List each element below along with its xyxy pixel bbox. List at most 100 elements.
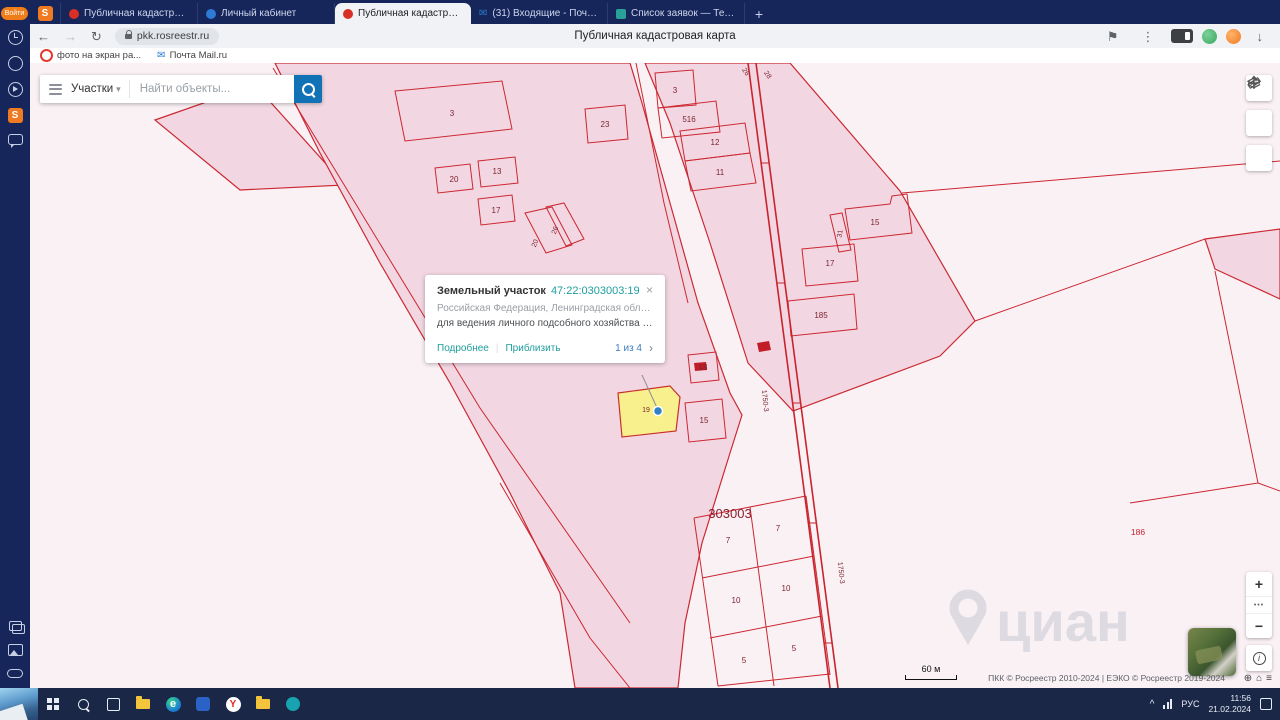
reload-button[interactable]: ↻ [91, 30, 102, 43]
record-icon[interactable] [7, 56, 23, 71]
network-icon[interactable] [1163, 699, 1173, 709]
parcel-info-popup: Земельный участок 47:22:0303003:19 × Рос… [425, 275, 665, 363]
address-bar[interactable]: pkk.rosreestr.ru [114, 27, 220, 45]
tab-mail-inbox[interactable]: ✉ (31) Входящие - Почта Ма [471, 3, 608, 24]
folder-button[interactable] [248, 688, 278, 720]
avatar[interactable] [1201, 28, 1217, 44]
login-button[interactable]: Войти [1, 7, 28, 20]
yandex-button[interactable]: Y [218, 688, 248, 720]
parcel-label: 5 [792, 644, 797, 653]
explorer-button[interactable] [128, 688, 158, 720]
parcel-label: 5 [742, 656, 747, 665]
bookmark-item-photo[interactable]: фото на экран ра... [40, 49, 141, 62]
overflow-menu-icon[interactable]: ⋮ [1142, 30, 1155, 43]
map-info-button[interactable]: i [1246, 645, 1272, 671]
tab-favicon [69, 8, 79, 19]
chat-icon[interactable] [7, 134, 23, 148]
popup-usage: для ведения личного подсобного хозяйства… [437, 318, 653, 329]
search-button[interactable] [294, 75, 322, 103]
side-panel-button[interactable] [1170, 29, 1193, 43]
zoom-more-button[interactable]: ••• [1246, 596, 1272, 614]
task-view-button[interactable] [98, 688, 128, 720]
info-icon: i [1252, 651, 1266, 665]
scale-bar: 60 м [905, 664, 957, 680]
crosshair-icon [1248, 75, 1260, 89]
pinned-tab[interactable]: S [30, 3, 61, 24]
footer-icons: ⊕ ⌂ ≡ [1244, 673, 1272, 684]
popup-title: Земельный участок [437, 285, 546, 297]
target-icon[interactable]: ⊕ [1244, 673, 1252, 684]
images-icon[interactable] [7, 644, 23, 656]
envelope-icon: ✉ [479, 7, 488, 19]
page-title: Публичная кадастровая карта [574, 30, 736, 42]
bookmark-favicon [40, 49, 53, 62]
locate-button[interactable] [1246, 75, 1272, 171]
overview-map[interactable] [1188, 628, 1236, 676]
notifications-icon[interactable] [1260, 698, 1272, 710]
s-logo-icon[interactable]: S [7, 108, 23, 123]
clock[interactable]: 11:56 21.02.2024 [1208, 693, 1251, 714]
parcel-label: 3 [450, 109, 455, 118]
divider [128, 80, 130, 98]
language-indicator[interactable]: РУС [1181, 699, 1199, 709]
zoom-out-button[interactable]: − [1246, 614, 1272, 638]
app-icon [286, 697, 300, 711]
search-category-select[interactable]: Участки [71, 83, 113, 95]
tab-favicon [616, 8, 626, 19]
widgets-button[interactable] [0, 688, 38, 720]
scale-line [905, 675, 957, 680]
start-button[interactable] [38, 688, 68, 720]
bookmark-icon[interactable]: ⚑ [1107, 30, 1119, 43]
edge-icon: e [165, 696, 181, 712]
collections-icon[interactable] [8, 621, 25, 634]
menu-icon[interactable] [49, 83, 62, 95]
downloads-icon[interactable]: ↓ [1257, 30, 1264, 43]
details-link[interactable]: Подробнее [437, 343, 489, 354]
menu-icon[interactable]: ≡ [1266, 673, 1272, 684]
parcel-label: 17 [826, 259, 835, 268]
bookmark-item-mail[interactable]: ✉ Почта Mail.ru [157, 50, 227, 61]
pager-next-icon[interactable]: › [649, 341, 653, 355]
parcel-label: 13 [493, 167, 502, 176]
zoom-in-button[interactable]: + [1246, 572, 1272, 596]
parcel-label: 18 [699, 363, 708, 372]
map-viewport[interactable]: циан 3 23 3 516 12 11 20 13 17 20 26 15 … [30, 63, 1280, 688]
zoom-to-link[interactable]: Приблизить [505, 343, 560, 354]
history-icon[interactable] [7, 30, 23, 45]
tab-favicon [343, 8, 353, 19]
parcel-label: 20 [450, 175, 459, 184]
forward-button[interactable]: → [64, 30, 77, 43]
parcel-label: 15 [700, 416, 709, 425]
tab-requests-list[interactable]: Список заявок — ТехноК [608, 3, 745, 24]
tab-favicon [206, 8, 216, 19]
back-button[interactable]: ← [37, 30, 50, 43]
profile-icon[interactable] [1225, 28, 1241, 44]
taskbar-search-button[interactable] [68, 688, 98, 720]
games-icon[interactable] [7, 669, 23, 678]
quarter-label: 303003 [708, 506, 751, 521]
selected-parcel-label: 19 [642, 407, 650, 414]
tab-personal-account[interactable]: Личный кабинет [198, 3, 335, 24]
parcel-label: 12 [711, 138, 720, 147]
tab-pkk-active[interactable]: Публичная кадастровая [335, 3, 471, 24]
task-view-icon [106, 697, 120, 711]
tab-pkk-1[interactable]: Публичная кадастровая к [61, 3, 198, 24]
tray-expand-icon[interactable]: ^ [1150, 699, 1155, 710]
home-icon[interactable]: ⌂ [1256, 673, 1262, 684]
parcel-label: 17 [492, 206, 501, 215]
system-tray: ^ РУС 11:56 21.02.2024 [1150, 693, 1280, 714]
url-text: pkk.rosreestr.ru [136, 30, 210, 42]
cadastral-number-link[interactable]: 47:22:0303003:19 [551, 285, 640, 297]
popup-address: Российская Федерация, Ленинградская обла… [437, 303, 653, 314]
watermark-text: циан [996, 590, 1130, 653]
app-button-blue[interactable] [188, 688, 218, 720]
close-icon[interactable]: × [646, 284, 653, 296]
measure-button[interactable] [1246, 77, 1272, 136]
map-canvas[interactable]: циан 3 23 3 516 12 11 20 13 17 20 26 15 … [30, 63, 1280, 688]
search-input[interactable] [137, 82, 294, 96]
video-icon[interactable] [7, 82, 23, 97]
new-tab-button[interactable]: + [749, 4, 769, 24]
app-button-teal[interactable] [278, 688, 308, 720]
parcel-label: 7 [726, 536, 731, 545]
edge-button[interactable]: e [158, 688, 188, 720]
